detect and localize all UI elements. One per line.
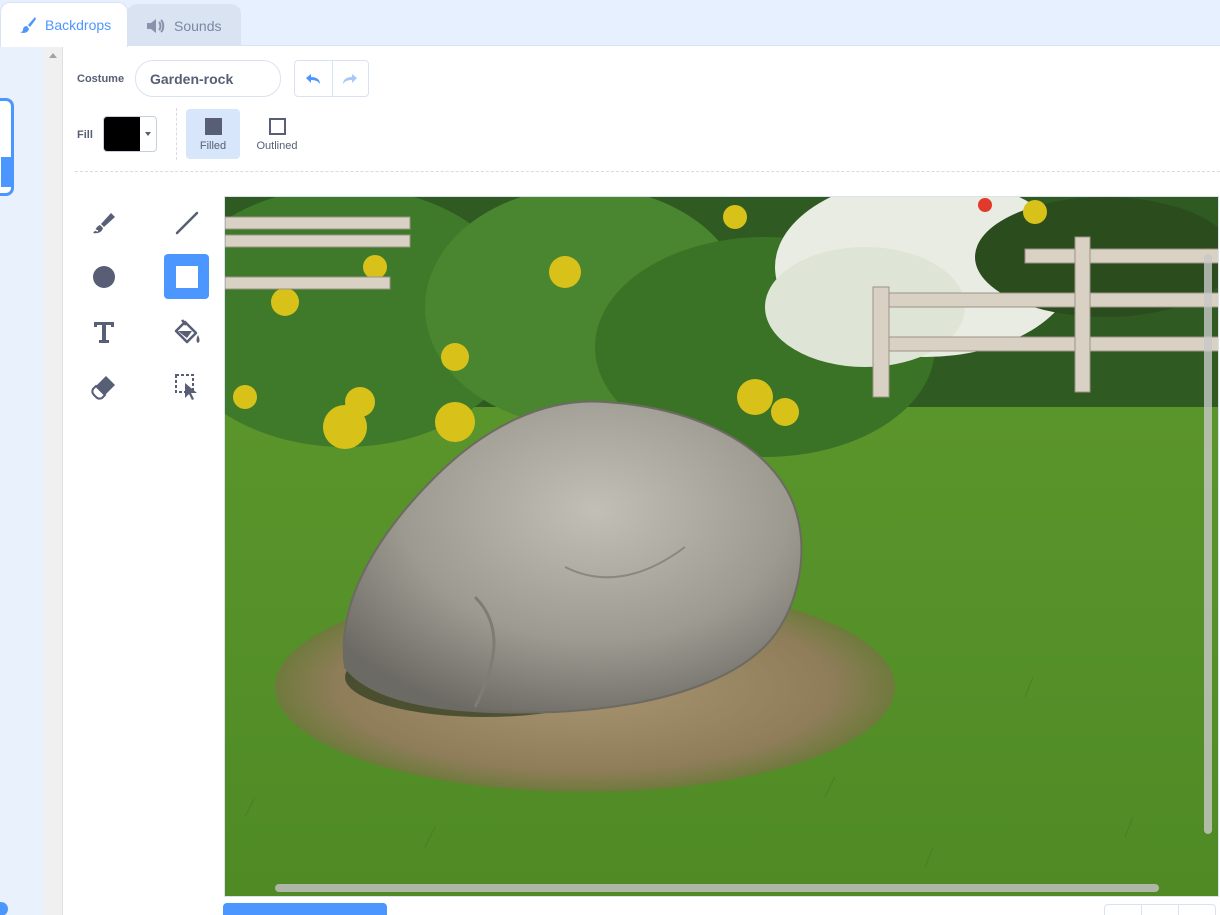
line-tool[interactable] bbox=[164, 200, 209, 245]
text-icon bbox=[93, 321, 114, 343]
select-icon bbox=[174, 373, 197, 400]
circle-icon bbox=[92, 265, 115, 288]
rectangle-icon bbox=[175, 265, 198, 288]
outlined-mode-button[interactable]: Outlined bbox=[250, 109, 304, 159]
fill-label: Fill bbox=[77, 129, 93, 141]
fill-tool[interactable] bbox=[164, 309, 209, 354]
costume-name-label: Costume bbox=[77, 73, 125, 85]
redo-icon bbox=[343, 73, 358, 84]
eraser-tool[interactable] bbox=[81, 363, 126, 408]
scroll-up-arrow-icon[interactable] bbox=[49, 53, 57, 58]
editor-tab-bar: Backdrops Sounds bbox=[0, 0, 1220, 47]
caret-down-icon bbox=[145, 132, 151, 136]
toolbar-divider bbox=[176, 108, 177, 160]
costume-list-panel bbox=[0, 46, 44, 915]
paint-bucket-icon bbox=[174, 318, 199, 343]
brush-icon bbox=[92, 212, 115, 233]
filled-square-icon bbox=[204, 118, 222, 135]
fill-color-swatch bbox=[104, 117, 140, 151]
paint-editor: Costume Fill Filled Outlined bbox=[63, 46, 1220, 915]
line-icon bbox=[175, 211, 198, 234]
outlined-mode-label: Outlined bbox=[256, 140, 298, 152]
eraser-icon bbox=[90, 375, 115, 400]
undo-button[interactable] bbox=[295, 61, 332, 96]
circle-tool[interactable] bbox=[81, 254, 126, 299]
undo-icon bbox=[306, 73, 321, 84]
redo-button[interactable] bbox=[331, 61, 369, 96]
canvas-horizontal-scrollbar[interactable] bbox=[275, 884, 1159, 892]
zoom-in-button[interactable] bbox=[1178, 905, 1215, 915]
convert-to-vector-button[interactable] bbox=[223, 903, 387, 915]
toolbar-separator bbox=[75, 171, 1220, 172]
tab-sounds[interactable]: Sounds bbox=[127, 4, 241, 46]
drawing-canvas[interactable] bbox=[224, 196, 1219, 897]
tab-backdrops[interactable]: Backdrops bbox=[0, 2, 128, 47]
tab-backdrops-label: Backdrops bbox=[45, 17, 112, 33]
undo-redo-group bbox=[294, 60, 369, 97]
zoom-controls bbox=[1104, 904, 1216, 915]
text-tool[interactable] bbox=[81, 309, 126, 354]
outlined-square-icon bbox=[268, 118, 286, 135]
rectangle-tool[interactable] bbox=[164, 254, 209, 299]
paintbrush-icon bbox=[19, 16, 37, 34]
costume-name-input[interactable] bbox=[135, 60, 281, 97]
costume-thumbnail-selected[interactable] bbox=[0, 98, 14, 196]
costume-list-scrollbar[interactable] bbox=[44, 46, 63, 915]
costume-thumbnail-marker bbox=[1, 157, 11, 187]
zoom-out-button[interactable] bbox=[1105, 905, 1141, 915]
speaker-icon bbox=[146, 18, 166, 34]
filled-mode-button[interactable]: Filled bbox=[186, 109, 240, 159]
select-tool[interactable] bbox=[164, 363, 209, 408]
brush-tool[interactable] bbox=[81, 200, 126, 245]
zoom-reset-button[interactable] bbox=[1141, 905, 1178, 915]
fill-color-picker[interactable] bbox=[103, 116, 157, 152]
canvas-vertical-scrollbar[interactable] bbox=[1204, 254, 1212, 834]
backdrop-garden-rock-image bbox=[225, 197, 1218, 896]
tab-sounds-label: Sounds bbox=[174, 17, 222, 34]
filled-mode-label: Filled bbox=[199, 140, 227, 152]
